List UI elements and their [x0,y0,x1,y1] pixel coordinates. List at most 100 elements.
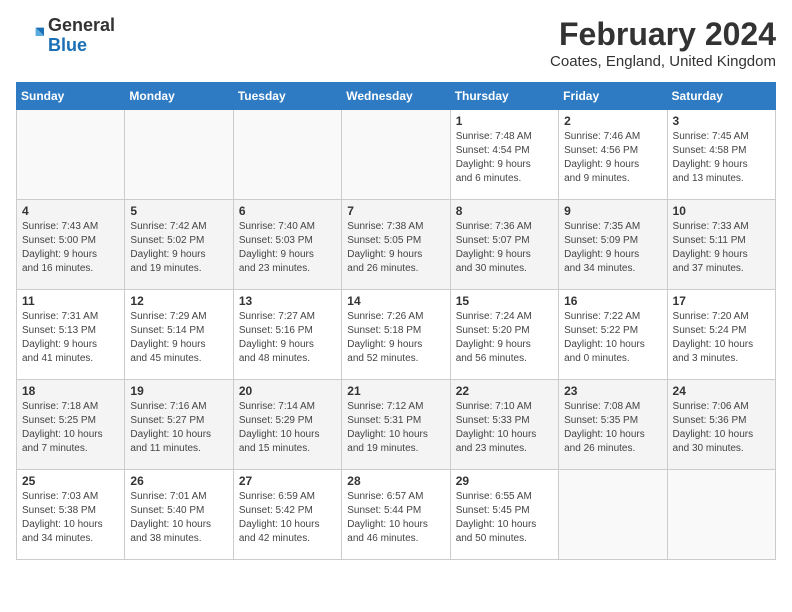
calendar-cell: 18 Sunrise: 7:18 AM Sunset: 5:25 PM Dayli… [17,380,125,470]
day-number: 20 [239,384,336,398]
calendar-cell: 25 Sunrise: 7:03 AM Sunset: 5:38 PM Dayli… [17,470,125,560]
calendar-cell: 19 Sunrise: 7:16 AM Sunset: 5:27 PM Dayli… [125,380,233,470]
day-number: 23 [564,384,661,398]
day-info: Sunrise: 7:10 AM Sunset: 5:33 PM Dayligh… [456,400,553,456]
day-number: 12 [130,294,227,308]
day-info: Sunrise: 7:08 AM Sunset: 5:35 PM Dayligh… [564,400,661,456]
calendar-cell: 10 Sunrise: 7:33 AM Sunset: 5:11 PM Dayli… [667,200,775,290]
day-info: Sunrise: 7:18 AM Sunset: 5:25 PM Dayligh… [22,400,119,456]
day-info: Sunrise: 6:59 AM Sunset: 5:42 PM Dayligh… [239,490,336,546]
day-info: Sunrise: 7:16 AM Sunset: 5:27 PM Dayligh… [130,400,227,456]
day-info: Sunrise: 6:57 AM Sunset: 5:44 PM Dayligh… [347,490,444,546]
logo-icon [16,22,44,50]
header-row: SundayMondayTuesdayWednesdayThursdayFrid… [17,83,776,110]
day-number: 13 [239,294,336,308]
day-number: 24 [673,384,770,398]
weekday-header-sunday: Sunday [17,83,125,110]
week-row-2: 4 Sunrise: 7:43 AM Sunset: 5:00 PM Daylig… [17,200,776,290]
weekday-header-wednesday: Wednesday [342,83,450,110]
day-info: Sunrise: 7:20 AM Sunset: 5:24 PM Dayligh… [673,310,770,366]
day-number: 29 [456,474,553,488]
weekday-header-friday: Friday [559,83,667,110]
logo-general: General [48,15,115,35]
day-info: Sunrise: 7:14 AM Sunset: 5:29 PM Dayligh… [239,400,336,456]
day-number: 28 [347,474,444,488]
calendar-table: SundayMondayTuesdayWednesdayThursdayFrid… [16,82,776,560]
day-number: 6 [239,204,336,218]
day-info: Sunrise: 7:27 AM Sunset: 5:16 PM Dayligh… [239,310,336,366]
day-info: Sunrise: 7:31 AM Sunset: 5:13 PM Dayligh… [22,310,119,366]
day-number: 22 [456,384,553,398]
day-number: 21 [347,384,444,398]
day-info: Sunrise: 7:40 AM Sunset: 5:03 PM Dayligh… [239,220,336,276]
day-info: Sunrise: 7:38 AM Sunset: 5:05 PM Dayligh… [347,220,444,276]
day-number: 11 [22,294,119,308]
day-info: Sunrise: 7:24 AM Sunset: 5:20 PM Dayligh… [456,310,553,366]
day-info: Sunrise: 7:46 AM Sunset: 4:56 PM Dayligh… [564,130,661,186]
calendar-cell: 23 Sunrise: 7:08 AM Sunset: 5:35 PM Dayli… [559,380,667,470]
calendar-cell [17,110,125,200]
day-info: Sunrise: 7:35 AM Sunset: 5:09 PM Dayligh… [564,220,661,276]
calendar-cell [559,470,667,560]
day-number: 19 [130,384,227,398]
day-info: Sunrise: 7:48 AM Sunset: 4:54 PM Dayligh… [456,130,553,186]
day-number: 9 [564,204,661,218]
day-info: Sunrise: 7:42 AM Sunset: 5:02 PM Dayligh… [130,220,227,276]
day-info: Sunrise: 7:43 AM Sunset: 5:00 PM Dayligh… [22,220,119,276]
calendar-cell: 7 Sunrise: 7:38 AM Sunset: 5:05 PM Daylig… [342,200,450,290]
week-row-4: 18 Sunrise: 7:18 AM Sunset: 5:25 PM Dayli… [17,380,776,470]
calendar-cell: 5 Sunrise: 7:42 AM Sunset: 5:02 PM Daylig… [125,200,233,290]
calendar-cell [233,110,341,200]
day-number: 14 [347,294,444,308]
day-number: 25 [22,474,119,488]
day-number: 17 [673,294,770,308]
location: Coates, England, United Kingdom [550,53,776,70]
day-info: Sunrise: 7:26 AM Sunset: 5:18 PM Dayligh… [347,310,444,366]
calendar-cell: 22 Sunrise: 7:10 AM Sunset: 5:33 PM Dayli… [450,380,558,470]
weekday-header-thursday: Thursday [450,83,558,110]
week-row-1: 1 Sunrise: 7:48 AM Sunset: 4:54 PM Daylig… [17,110,776,200]
day-number: 27 [239,474,336,488]
logo-text: General Blue [48,16,115,56]
calendar-cell: 3 Sunrise: 7:45 AM Sunset: 4:58 PM Daylig… [667,110,775,200]
calendar-cell: 20 Sunrise: 7:14 AM Sunset: 5:29 PM Dayli… [233,380,341,470]
day-number: 16 [564,294,661,308]
day-number: 15 [456,294,553,308]
day-info: Sunrise: 7:45 AM Sunset: 4:58 PM Dayligh… [673,130,770,186]
day-number: 4 [22,204,119,218]
header: General Blue February 2024 Coates, Engla… [16,16,776,70]
weekday-header-monday: Monday [125,83,233,110]
calendar-cell: 17 Sunrise: 7:20 AM Sunset: 5:24 PM Dayli… [667,290,775,380]
calendar-cell: 29 Sunrise: 6:55 AM Sunset: 5:45 PM Dayli… [450,470,558,560]
day-info: Sunrise: 7:12 AM Sunset: 5:31 PM Dayligh… [347,400,444,456]
day-number: 3 [673,114,770,128]
calendar-cell: 8Sunrise: 7:36 AM Sunset: 5:07 PM Daylig… [450,200,558,290]
day-info: Sunrise: 7:06 AM Sunset: 5:36 PM Dayligh… [673,400,770,456]
day-number: 10 [673,204,770,218]
day-number: 18 [22,384,119,398]
day-info: Sunrise: 7:03 AM Sunset: 5:38 PM Dayligh… [22,490,119,546]
day-info: Sunrise: 7:36 AM Sunset: 5:07 PM Dayligh… [456,220,553,276]
week-row-5: 25 Sunrise: 7:03 AM Sunset: 5:38 PM Dayli… [17,470,776,560]
calendar-cell: 13 Sunrise: 7:27 AM Sunset: 5:16 PM Dayli… [233,290,341,380]
day-info: Sunrise: 7:33 AM Sunset: 5:11 PM Dayligh… [673,220,770,276]
week-row-3: 11 Sunrise: 7:31 AM Sunset: 5:13 PM Dayli… [17,290,776,380]
weekday-header-saturday: Saturday [667,83,775,110]
calendar-cell: 4 Sunrise: 7:43 AM Sunset: 5:00 PM Daylig… [17,200,125,290]
calendar-cell: 16Sunrise: 7:22 AM Sunset: 5:22 PM Dayli… [559,290,667,380]
title-area: February 2024 Coates, England, United Ki… [550,16,776,70]
calendar-cell [125,110,233,200]
day-number: 5 [130,204,227,218]
weekday-header-tuesday: Tuesday [233,83,341,110]
calendar-cell: 9 Sunrise: 7:35 AM Sunset: 5:09 PM Daylig… [559,200,667,290]
day-number: 7 [347,204,444,218]
calendar-cell: 2Sunrise: 7:46 AM Sunset: 4:56 PM Daylig… [559,110,667,200]
calendar-cell [667,470,775,560]
logo-blue: Blue [48,35,87,55]
calendar-cell: 26Sunrise: 7:01 AM Sunset: 5:40 PM Dayli… [125,470,233,560]
calendar-cell: 1 Sunrise: 7:48 AM Sunset: 4:54 PM Daylig… [450,110,558,200]
day-info: Sunrise: 7:01 AM Sunset: 5:40 PM Dayligh… [130,490,227,546]
calendar-cell: 28 Sunrise: 6:57 AM Sunset: 5:44 PM Dayli… [342,470,450,560]
day-number: 1 [456,114,553,128]
day-info: Sunrise: 6:55 AM Sunset: 5:45 PM Dayligh… [456,490,553,546]
